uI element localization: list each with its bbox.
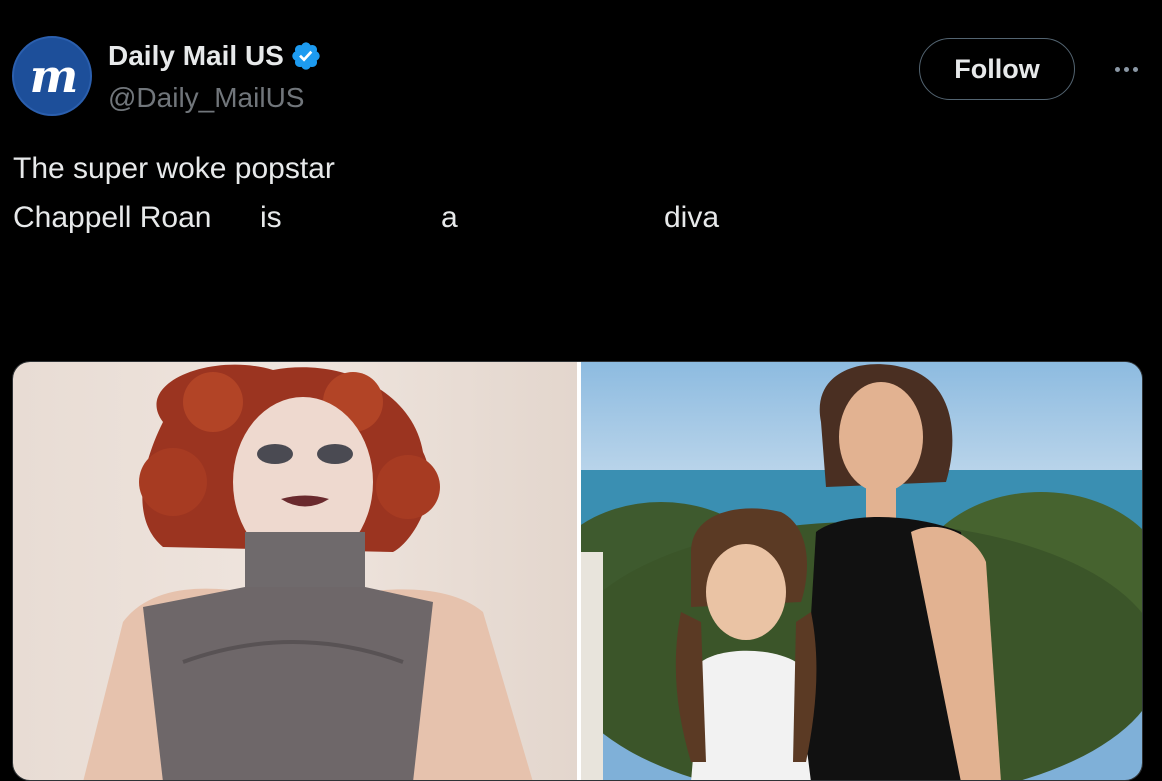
tweet-text-word: diva [664,201,720,234]
more-dot [1123,66,1129,72]
tweet-text-word: Chappell Roan [13,201,212,234]
post-photo-left[interactable] [13,362,577,780]
author-handle[interactable]: @Daily_MailUS [108,82,304,114]
tweet-text-word: a [441,201,458,234]
author-display-name[interactable]: Daily Mail US [108,40,284,72]
tweet-text-line-1: The super woke popstar [13,152,335,185]
media-grid [12,361,1143,781]
author-name-row: Daily Mail US [108,40,322,72]
more-dot [1132,66,1138,72]
more-dot [1114,66,1120,72]
verified-badge-icon [292,42,320,70]
daily-mail-logo-icon: m [29,49,79,103]
follow-button[interactable]: Follow [919,38,1075,100]
avatar[interactable]: m [12,36,92,116]
post-photo-right[interactable] [581,362,1142,780]
more-options-icon[interactable] [1106,58,1146,80]
photo-right-illustration [581,362,1142,780]
tweet-text-word: is [260,201,282,234]
photo-left-illustration [83,364,533,780]
